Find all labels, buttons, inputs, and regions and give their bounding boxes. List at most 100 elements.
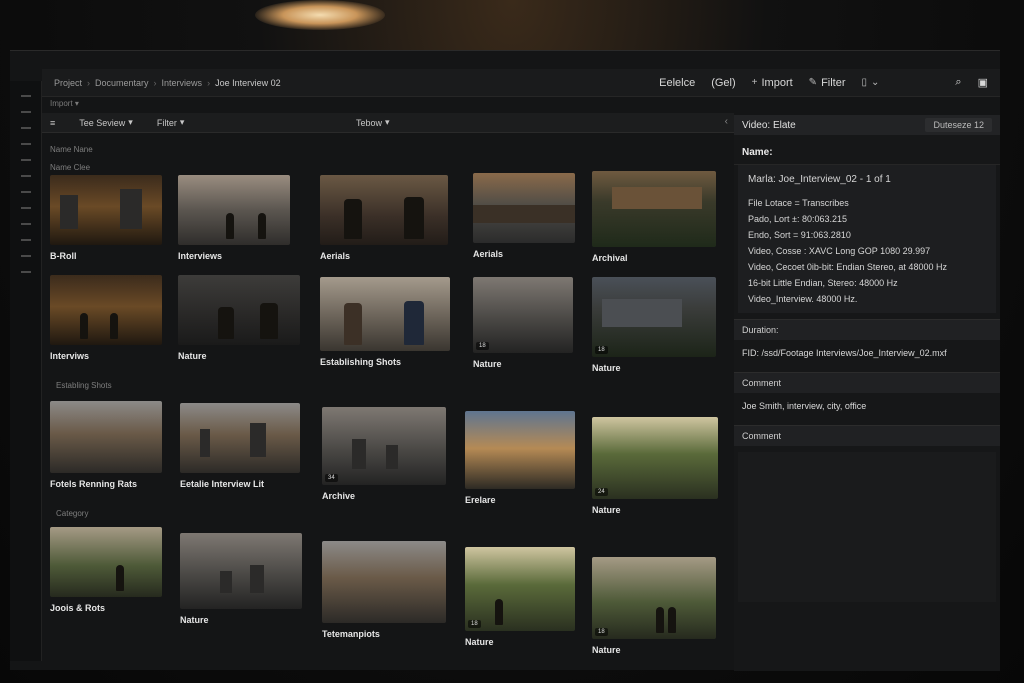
rail-tool-icon[interactable]	[20, 159, 31, 161]
comment-field[interactable]: Joe Smith, interview, city, office	[734, 393, 1000, 419]
clip-thumbnail[interactable]	[180, 403, 300, 473]
collapse-panel-icon[interactable]: ‹	[725, 116, 728, 127]
rail-tool-icon[interactable]	[20, 223, 31, 225]
breadcrumb-current[interactable]: Joe Interview 02	[215, 78, 281, 88]
rail-tool-icon[interactable]	[20, 191, 31, 193]
file-path-field[interactable]: FID: /ssd/Footage Interviews/Joe_Intervi…	[734, 340, 1000, 366]
breadcrumb-separator: ›	[153, 77, 157, 88]
filter-dropdown[interactable]: Filter ▾	[157, 117, 185, 128]
clip-duration-badge: 34	[325, 474, 338, 482]
sort-dropdown[interactable]: Tebow ▾	[356, 117, 390, 128]
search-icon[interactable]: ⌕	[955, 76, 961, 89]
metadata-box: Marla: Joe_Interview_02 - 1 of 1 File Lo…	[738, 165, 996, 313]
person-silhouette	[116, 565, 124, 591]
select-button[interactable]: Eelelce	[659, 77, 695, 89]
clip-thumbnail[interactable]	[180, 533, 302, 609]
clip-card[interactable]: Nature	[178, 275, 300, 361]
clip-card[interactable]: Eetalie Interview Lit	[180, 403, 300, 489]
clip-card[interactable]: 18 Nature	[592, 557, 716, 655]
clip-card[interactable]: 18 Nature	[592, 277, 716, 373]
clip-thumbnail[interactable]	[50, 275, 162, 345]
clip-thumbnail[interactable]	[50, 401, 162, 473]
person-silhouette	[495, 599, 503, 625]
clip-thumbnail[interactable]	[50, 175, 162, 245]
clip-card[interactable]: 18 Nature	[465, 547, 585, 647]
building-shape	[120, 189, 142, 229]
building-shape	[250, 423, 266, 457]
rail-tool-icon[interactable]	[20, 255, 31, 257]
clip-card[interactable]: Erelare	[465, 411, 585, 505]
person-silhouette	[404, 197, 424, 239]
clip-thumbnail[interactable]	[320, 277, 450, 351]
clip-card[interactable]: 18 Nature	[473, 277, 593, 369]
gel-button[interactable]: (Gel)	[711, 77, 735, 89]
clip-card[interactable]: Joois & Rots	[50, 527, 170, 613]
clip-card[interactable]: Interviws	[50, 275, 170, 361]
clip-card[interactable]: 24 Nature	[592, 417, 718, 515]
panel-icon[interactable]: ▣	[978, 76, 988, 89]
clip-card[interactable]: Aerials	[473, 173, 593, 259]
clip-thumbnail[interactable]	[592, 171, 716, 247]
clip-thumbnail[interactable]: 34	[322, 407, 446, 485]
chevron-down-icon: ▾	[128, 117, 133, 127]
clip-thumbnail[interactable]	[178, 175, 290, 245]
breadcrumb-project[interactable]: Project	[54, 78, 82, 88]
rail-tool-icon[interactable]	[20, 127, 31, 129]
clip-label: Nature	[178, 351, 207, 361]
desk-lamp-glare	[255, 0, 385, 30]
person-silhouette	[404, 301, 424, 345]
list-view-toggle[interactable]: ≡	[50, 118, 55, 128]
clip-card[interactable]: B-Roll	[50, 175, 170, 261]
rail-tool-icon[interactable]	[20, 143, 31, 145]
rail-tool-icon[interactable]	[20, 175, 31, 177]
clip-thumbnail[interactable]: 18	[465, 547, 575, 631]
view-dropdown[interactable]: Tee Seview ▾	[79, 117, 133, 128]
clip-thumbnail[interactable]	[178, 275, 300, 345]
clip-thumbnail[interactable]: 24	[592, 417, 718, 499]
clip-card[interactable]: Aerials	[320, 175, 448, 261]
breadcrumb-interviews[interactable]: Interviews	[162, 78, 203, 88]
metadata-line: File Lotace = Transcribes	[748, 198, 849, 208]
clip-duration-badge: 18	[595, 346, 608, 354]
clip-card[interactable]: Nature	[180, 533, 302, 625]
breadcrumb-documentary[interactable]: Documentary	[95, 78, 149, 88]
import-button-label: Import	[761, 76, 793, 89]
building-shape	[200, 429, 210, 457]
filter-button[interactable]: ✎ Filter	[809, 77, 846, 89]
import-menu[interactable]: Import ▾	[50, 99, 79, 108]
clip-thumbnail[interactable]	[322, 541, 446, 623]
clip-thumbnail[interactable]: 18	[592, 557, 716, 639]
clip-card[interactable]: Interviews	[178, 175, 298, 261]
group-header-establishing[interactable]: Establing Shots	[56, 381, 112, 390]
clip-label: Fotels Renning Rats	[50, 479, 138, 489]
clip-card[interactable]: 34 Archive	[322, 407, 446, 501]
clip-card[interactable]: Establishing Shots	[320, 277, 450, 367]
clip-thumbnail[interactable]	[465, 411, 575, 489]
group-header-category[interactable]: Category	[56, 509, 88, 518]
clip-label: Archival	[592, 253, 628, 263]
clip-card[interactable]: Tetemanpiots	[322, 541, 446, 639]
clip-thumbnail[interactable]: 18	[473, 277, 573, 353]
clip-card[interactable]: Archival	[592, 171, 716, 263]
clip-thumbnail[interactable]: 18	[592, 277, 716, 357]
rail-tool-icon[interactable]	[20, 95, 31, 97]
rail-tool-icon[interactable]	[20, 239, 31, 241]
rail-tool-icon[interactable]	[20, 271, 31, 273]
view-options-button[interactable]: ▯ ⌄	[862, 77, 880, 88]
inspector-duration-tab[interactable]: Duteseze 12	[925, 118, 992, 132]
rail-tool-icon[interactable]	[20, 207, 31, 209]
clip-thumbnail[interactable]	[50, 527, 162, 597]
view-dropdown-label: Tee Seview	[79, 117, 126, 128]
group-header-name[interactable]: Name Clee	[50, 163, 90, 172]
clip-label: Tetemanpiots	[322, 629, 380, 639]
inspector-title: Video: Elate	[742, 119, 796, 131]
clip-thumbnail[interactable]	[320, 175, 448, 245]
clip-label: Aerials	[473, 249, 504, 259]
clip-thumbnail[interactable]	[473, 173, 575, 243]
clip-card[interactable]: Fotels Renning Rats	[50, 401, 170, 489]
comment-field-2[interactable]	[738, 452, 996, 602]
rail-tool-icon[interactable]	[20, 111, 31, 113]
metadata-line: Endo, Sort = 91:063.2810	[748, 230, 851, 240]
column-header-name[interactable]: Name Nane	[50, 145, 93, 154]
import-button[interactable]: + Import	[752, 77, 793, 89]
